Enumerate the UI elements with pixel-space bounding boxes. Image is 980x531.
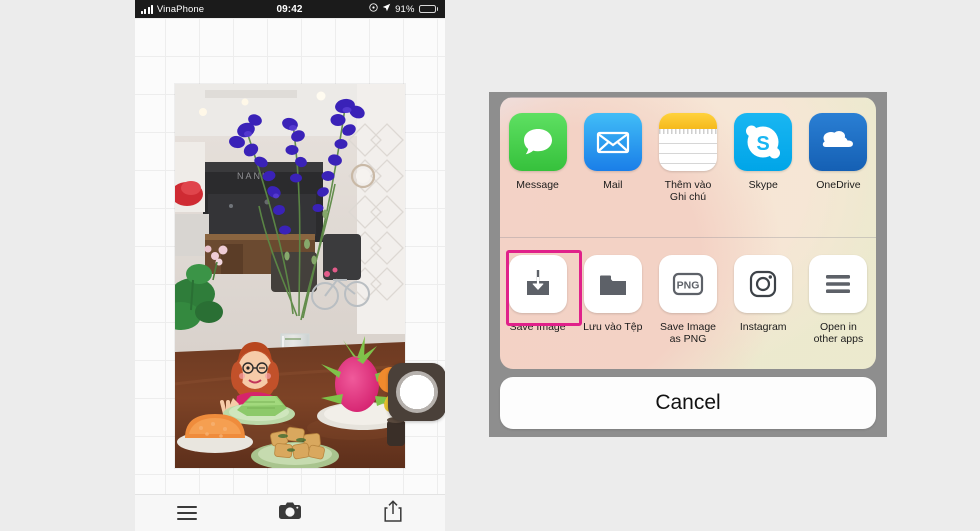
share-upload-icon	[384, 499, 402, 527]
action-label: Lưu vào Tệp	[583, 321, 643, 333]
photo-image: NANU	[175, 84, 405, 468]
notes-app-icon	[659, 113, 717, 171]
open-in-other-apps-icon	[809, 255, 868, 313]
action-label: Instagram	[739, 321, 787, 333]
share-target-mail[interactable]: Mail	[575, 113, 650, 203]
share-target-notes[interactable]: Thêm vào Ghi chú	[650, 113, 725, 203]
onedrive-app-icon	[809, 113, 868, 171]
camera-lens-button[interactable]	[388, 363, 445, 421]
status-bar-right: 91%	[318, 3, 445, 15]
signal-bars-icon	[141, 4, 153, 14]
battery-low-power-icon	[418, 4, 438, 14]
card-top-rule	[500, 97, 876, 98]
location-arrow-icon	[382, 3, 391, 15]
action-label: Open in other apps	[813, 321, 864, 345]
share-target-label: OneDrive	[816, 179, 861, 191]
lens-ring-icon	[396, 371, 438, 413]
share-target-skype[interactable]: S Skype	[726, 113, 801, 203]
instagram-icon	[734, 255, 793, 313]
app-bottom-toolbar	[135, 494, 445, 531]
svg-text:S: S	[757, 133, 770, 155]
save-image-icon	[508, 255, 567, 313]
share-target-label: Skype	[748, 179, 778, 191]
share-target-message[interactable]: Message	[500, 113, 575, 203]
save-to-files-icon	[583, 255, 642, 313]
camera-icon	[278, 502, 301, 525]
ios-share-sheet: Message Mail Thêm vào Ghi chú S Skype On…	[489, 92, 887, 437]
messages-app-icon	[508, 113, 567, 171]
share-actions-card: Message Mail Thêm vào Ghi chú S Skype On…	[500, 97, 876, 369]
share-target-label: Message	[516, 179, 559, 191]
action-save-image-as-png[interactable]: PNG Save Image as PNG	[650, 255, 725, 345]
carrier-label: VinaPhone	[156, 3, 205, 15]
camera-button[interactable]	[238, 502, 341, 525]
action-save-image[interactable]: Save Image	[500, 250, 582, 345]
row-divider	[500, 237, 876, 238]
action-instagram[interactable]: Instagram	[726, 255, 801, 345]
mail-app-icon	[583, 113, 642, 171]
action-label: Save Image as PNG	[659, 321, 717, 345]
hamburger-menu-icon	[176, 506, 197, 520]
svg-text:PNG: PNG	[677, 280, 700, 292]
share-target-onedrive[interactable]: OneDrive	[801, 113, 876, 203]
battery-percent-label: 91%	[395, 3, 415, 15]
phone-screenshot: VinaPhone 09:42 91% NANU	[135, 0, 445, 531]
share-app-row: Message Mail Thêm vào Ghi chú S Skype On…	[500, 113, 876, 203]
rotation-lock-icon	[369, 3, 378, 15]
photo-canvas[interactable]: NANU	[175, 84, 405, 468]
action-label: Save Image	[509, 321, 566, 333]
action-save-to-files[interactable]: Lưu vào Tệp	[575, 255, 650, 345]
share-button[interactable]	[342, 499, 445, 527]
share-target-label: Mail	[603, 179, 623, 191]
status-bar-left: VinaPhone	[135, 4, 261, 15]
png-icon: PNG	[659, 255, 717, 313]
share-target-label: Thêm vào Ghi chú	[664, 179, 712, 203]
menu-button[interactable]	[135, 506, 238, 520]
skype-app-icon: S	[734, 113, 793, 171]
action-open-in-other-apps[interactable]: Open in other apps	[801, 255, 876, 345]
share-action-row: Save Image Lưu vào Tệp PNG Save Image as…	[500, 250, 876, 345]
status-bar-clock: 09:42	[276, 3, 303, 15]
cancel-button[interactable]: Cancel	[500, 377, 876, 429]
ios-status-bar: VinaPhone 09:42 91%	[135, 0, 445, 18]
